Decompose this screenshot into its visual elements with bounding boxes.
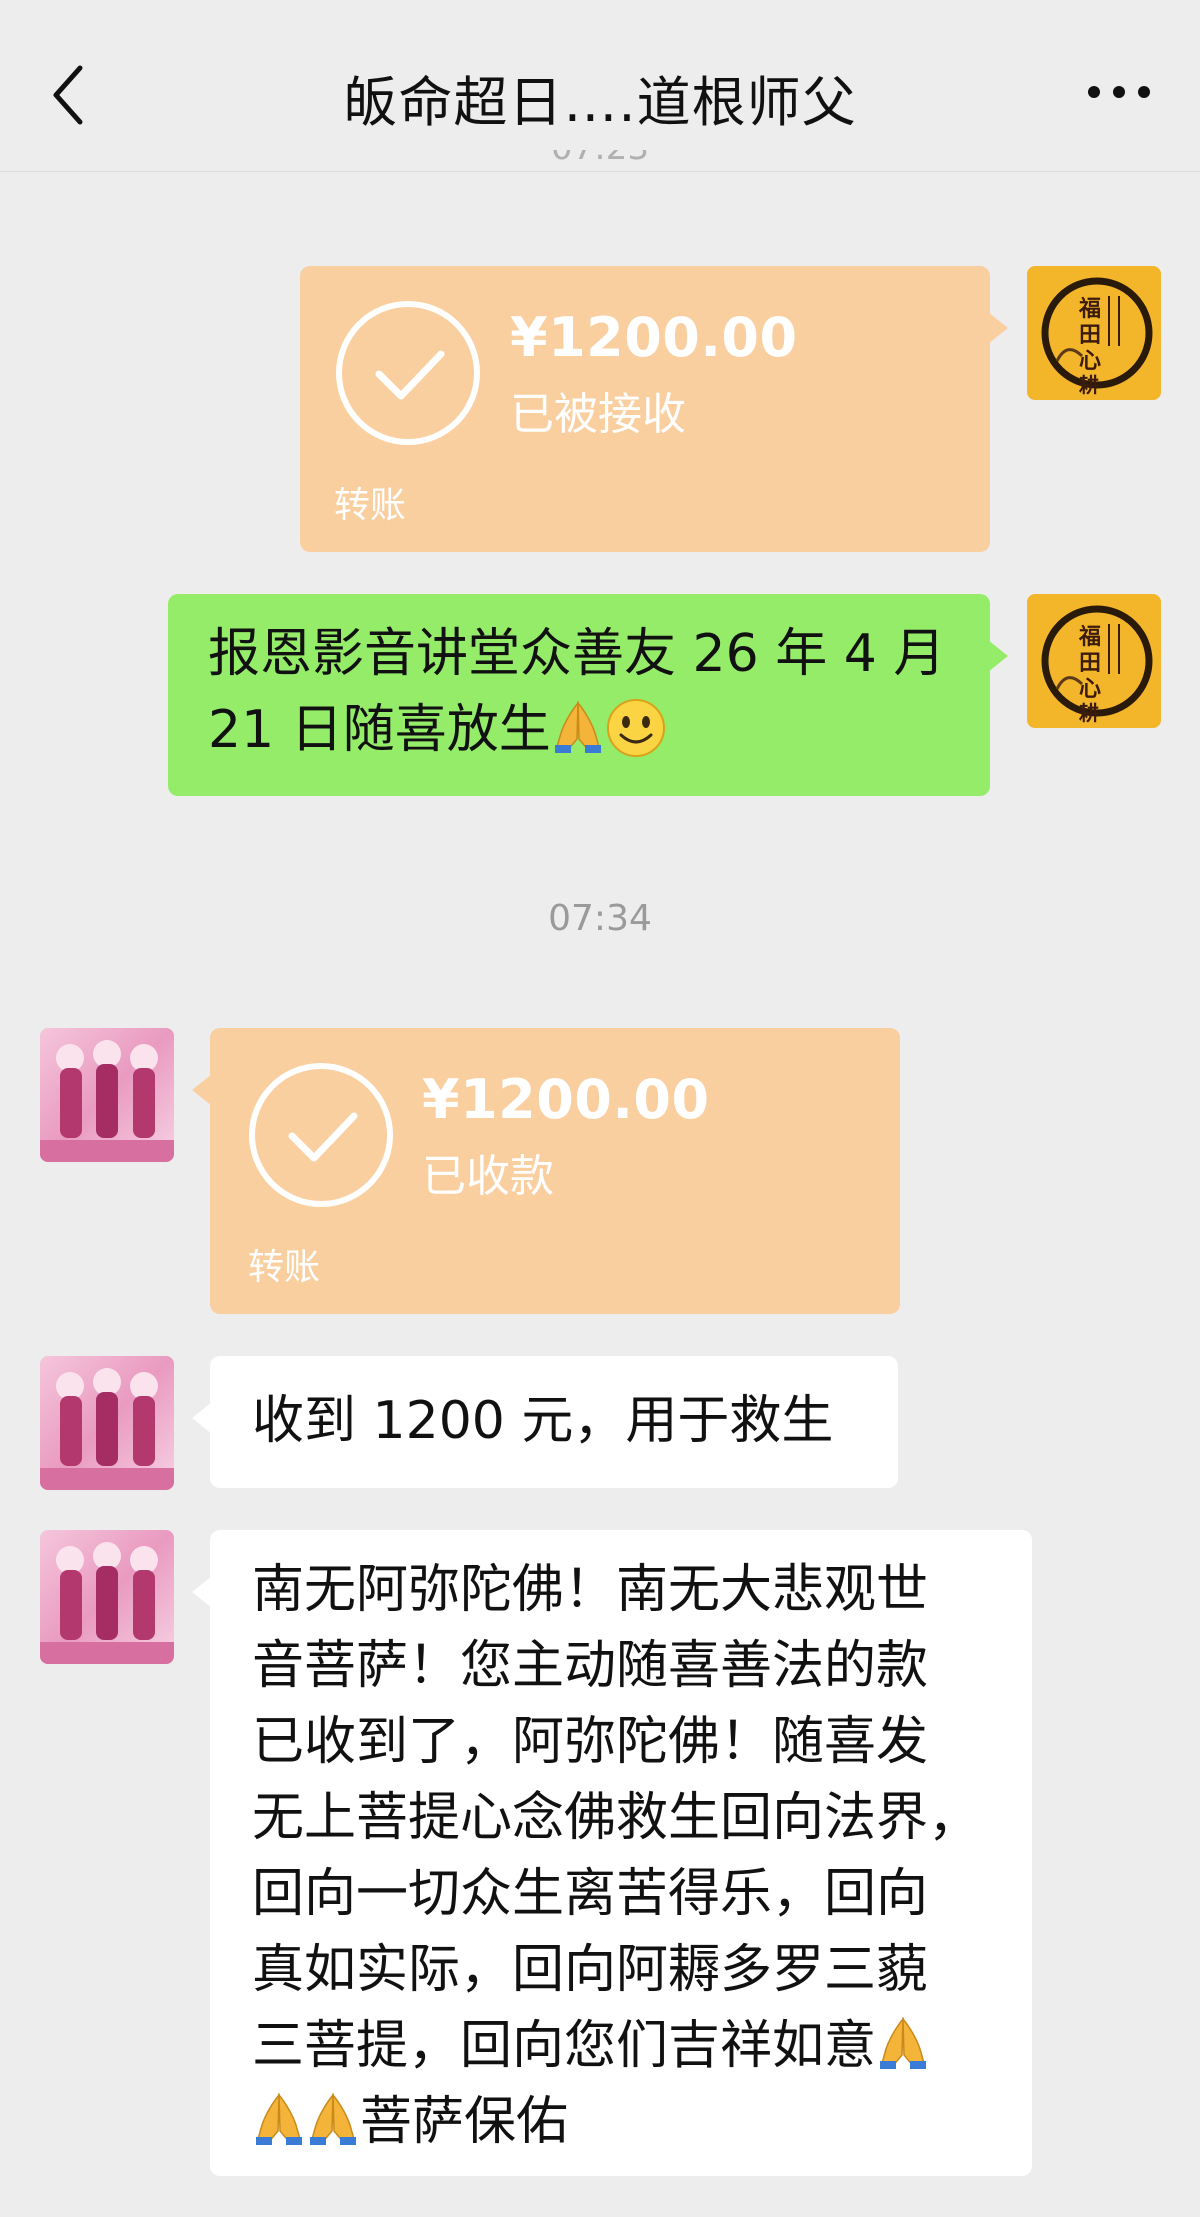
message-text: 收到 1200 元，用于救生 <box>252 1391 834 1451</box>
message-line: 报恩影音讲堂众善友 26 年 4 月 <box>208 624 946 684</box>
svg-text:心: 心 <box>1079 676 1101 702</box>
transfer-status: 已被接收 <box>510 389 686 440</box>
svg-text:福: 福 <box>1078 296 1101 322</box>
svg-text:耕: 耕 <box>1079 373 1099 397</box>
message-line: 音菩萨！您主动随喜善法的款 <box>252 1636 929 1696</box>
my-avatar[interactable]: 福 田 心 耕 <box>1027 266 1161 400</box>
smile-emoji-icon <box>606 699 665 757</box>
transfer-status: 已收款 <box>422 1151 554 1202</box>
pray-emoji-icon <box>880 2016 927 2069</box>
check-circle-icon <box>336 301 480 445</box>
received-transfer-bubble[interactable]: ¥1200.00 已收款 转账 <box>192 1028 900 1314</box>
contact-avatar[interactable] <box>40 1530 174 1664</box>
received-long-text-bubble[interactable]: 南无阿弥陀佛！南无大悲观世 音菩萨！您主动随喜善法的款 已收到了，阿弥陀佛！随喜… <box>192 1530 1032 2176</box>
transfer-label: 转账 <box>248 1247 321 1288</box>
transfer-amount: ¥1200.00 <box>510 306 798 369</box>
contact-avatar[interactable] <box>40 1028 174 1162</box>
peek-timestamp: 07:23 <box>0 150 1200 172</box>
svg-text:福: 福 <box>1078 624 1101 650</box>
pray-emoji-icon <box>256 2092 302 2145</box>
svg-text:耕: 耕 <box>1079 701 1099 725</box>
pray-emoji-icon <box>554 700 601 753</box>
contact-avatar[interactable] <box>40 1356 174 1490</box>
sent-transfer-bubble[interactable]: ¥1200.00 已被接收 转账 <box>300 266 1008 552</box>
chevron-left-icon[interactable] <box>50 60 90 130</box>
message-line: 菩萨保佑 <box>252 2084 990 2160</box>
message-line: 已收到了，阿弥陀佛！随喜发 <box>252 1712 929 1772</box>
svg-text:田: 田 <box>1079 322 1101 348</box>
chat-header: 皈命超日….道根师父 07:23 <box>0 0 1200 172</box>
message-line: 真如实际，回向阿耨多罗三藐 <box>252 1940 929 2000</box>
received-text-bubble[interactable]: 收到 1200 元，用于救生 <box>192 1356 898 1488</box>
message-line: 三菩提，回向您们吉祥如意 <box>252 2008 990 2084</box>
chat-title: 皈命超日….道根师父 <box>343 71 857 134</box>
transfer-label: 转账 <box>334 485 407 526</box>
message-timestamp: 07:34 <box>548 898 652 939</box>
message-line: 21 日随喜放生 <box>208 692 950 768</box>
transfer-amount: ¥1200.00 <box>422 1068 710 1131</box>
my-avatar[interactable]: 福 田 心 耕 <box>1027 594 1161 728</box>
svg-text:田: 田 <box>1079 650 1101 676</box>
sent-text-bubble[interactable]: 报恩影音讲堂众善友 26 年 4 月 21 日随喜放生 <box>168 594 1008 796</box>
message-line: 无上菩提心念佛救生回向法界， <box>252 1788 981 1848</box>
more-dots-icon[interactable] <box>1086 82 1152 102</box>
message-line: 南无阿弥陀佛！南无大悲观世 <box>252 1560 929 1620</box>
message-line: 回向一切众生离苦得乐，回向 <box>252 1864 929 1924</box>
pray-emoji-icon <box>310 2092 356 2145</box>
check-circle-icon <box>249 1063 393 1207</box>
svg-text:心: 心 <box>1079 348 1101 374</box>
